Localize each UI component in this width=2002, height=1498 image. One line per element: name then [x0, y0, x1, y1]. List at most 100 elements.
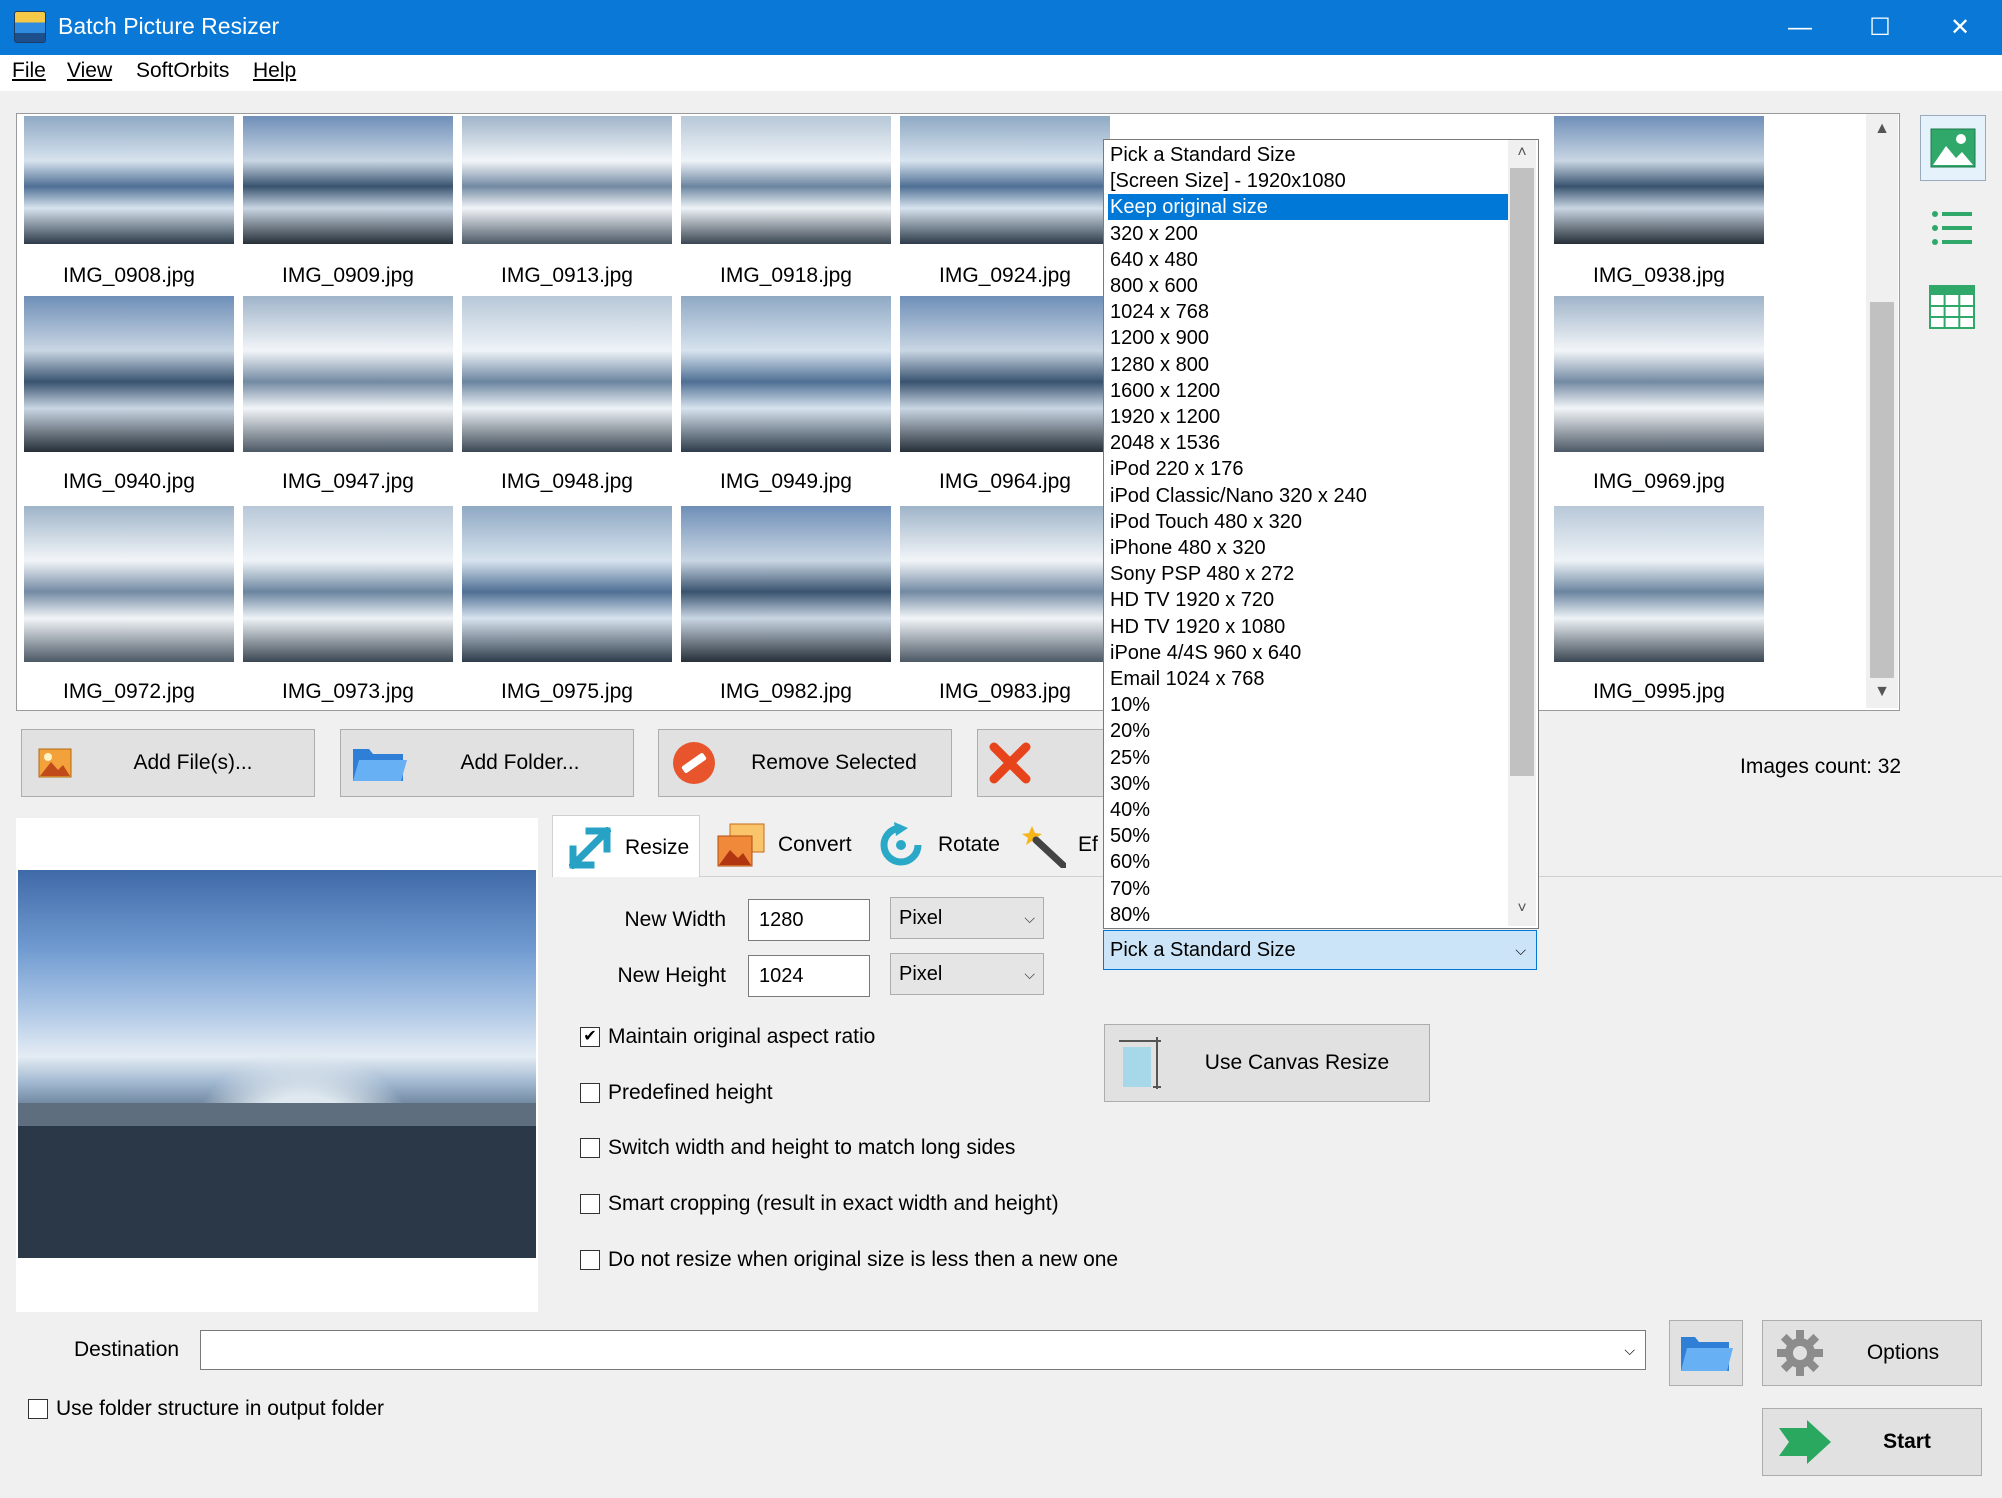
thumbnail-item[interactable]: IMG_0913.jpg	[462, 116, 672, 287]
standard-size-option[interactable]: Email 1024 x 768	[1108, 666, 1508, 692]
standard-size-option[interactable]: 60%	[1108, 849, 1508, 875]
resize-option-checkbox[interactable]: ✔	[580, 1027, 600, 1047]
standard-size-option[interactable]: 25%	[1108, 745, 1508, 771]
destination-input[interactable]: ⌵	[200, 1330, 1646, 1370]
new-width-input[interactable]: 1280	[748, 899, 870, 941]
resize-option[interactable]: Do not resize when original size is less…	[580, 1248, 1118, 1272]
standard-size-option[interactable]: 1920 x 1200	[1108, 404, 1508, 430]
standard-size-option[interactable]: iPod Touch 480 x 320	[1108, 509, 1508, 535]
resize-option-checkbox[interactable]	[580, 1250, 600, 1270]
options-button[interactable]: Options	[1762, 1320, 1982, 1386]
standard-size-option[interactable]: 70%	[1108, 876, 1508, 902]
canvas-resize-button[interactable]: Use Canvas Resize	[1104, 1024, 1430, 1102]
width-unit-select[interactable]: Pixel ⌵	[890, 897, 1044, 939]
list-view-button[interactable]	[1920, 196, 1984, 260]
new-height-input[interactable]: 1024	[748, 955, 870, 997]
remove-selected-button[interactable]: Remove Selected	[658, 729, 952, 797]
standard-size-option[interactable]: HD TV 1920 x 720	[1108, 587, 1508, 613]
resize-option-checkbox[interactable]	[580, 1138, 600, 1158]
standard-size-dropdown-list[interactable]: Pick a Standard Size [Screen Size] - 1920…	[1103, 139, 1539, 929]
thumbnail-item[interactable]: IMG_0995.jpg	[1554, 506, 1764, 703]
thumbnail-item[interactable]: IMG_0973.jpg	[243, 506, 453, 703]
thumbnail-item[interactable]: IMG_0938.jpg	[1554, 116, 1764, 287]
thumbnail-item[interactable]: IMG_0908.jpg	[24, 116, 234, 287]
standard-size-option[interactable]: 50%	[1108, 823, 1508, 849]
thumbnail-scrollbar-thumb[interactable]	[1870, 302, 1894, 678]
menu-file[interactable]: File	[12, 59, 46, 83]
thumbnail-grid[interactable]: IMG_0908.jpg IMG_0909.jpg IMG_0913.jpg IMG_…	[16, 113, 1900, 711]
standard-size-option[interactable]: Sony PSP 480 x 272	[1108, 561, 1508, 587]
scroll-up-arrow-icon[interactable]: ▲	[1866, 120, 1898, 138]
dropdown-scrollbar-thumb[interactable]	[1510, 168, 1534, 776]
resize-option[interactable]: Switch width and height to match long si…	[580, 1136, 1015, 1160]
thumbnail-item[interactable]: IMG_0983.jpg	[900, 506, 1110, 703]
resize-option[interactable]: Smart cropping (result in exact width an…	[580, 1192, 1059, 1216]
add-files-button[interactable]: Add File(s)...	[21, 729, 315, 797]
standard-size-option[interactable]: 1280 x 800	[1108, 352, 1508, 378]
menu-help[interactable]: Help	[253, 59, 296, 83]
thumbnail-item[interactable]: IMG_0947.jpg	[243, 296, 453, 493]
tab-rotate[interactable]: Rotate	[874, 815, 1014, 875]
thumbnail-view-button[interactable]	[1920, 115, 1986, 181]
standard-size-option[interactable]: 1200 x 900	[1108, 325, 1508, 351]
resize-option-checkbox[interactable]	[580, 1083, 600, 1103]
minimize-button[interactable]: —	[1760, 0, 1840, 55]
standard-size-option[interactable]: 640 x 480	[1108, 247, 1508, 273]
browse-folder-button[interactable]	[1669, 1320, 1743, 1386]
use-folder-structure-checkbox[interactable]	[28, 1399, 48, 1419]
standard-size-option[interactable]: 1024 x 768	[1108, 299, 1508, 325]
tab-resize[interactable]: Resize	[552, 815, 700, 879]
resize-option[interactable]: Predefined height	[580, 1081, 773, 1105]
standard-size-option[interactable]: 80%	[1108, 902, 1508, 928]
images-count: Images count: 32	[1740, 755, 1902, 778]
add-folder-button[interactable]: Add Folder...	[340, 729, 634, 797]
menu-view[interactable]: View	[67, 59, 112, 83]
menu-softorbits[interactable]: SoftOrbits	[136, 59, 229, 83]
thumbnail-item[interactable]: IMG_0909.jpg	[243, 116, 453, 287]
dropdown-scroll-up-icon[interactable]: ˄	[1508, 144, 1536, 162]
standard-size-option[interactable]: 800 x 600	[1108, 273, 1508, 299]
start-button[interactable]: Start	[1762, 1408, 1982, 1476]
standard-size-option[interactable]: 2048 x 1536	[1108, 430, 1508, 456]
close-button[interactable]: ✕	[1920, 0, 2000, 55]
use-folder-structure-option[interactable]: Use folder structure in output folder	[28, 1397, 384, 1421]
resize-option-checkbox[interactable]	[580, 1194, 600, 1214]
resize-option[interactable]: ✔ Maintain original aspect ratio	[580, 1025, 875, 1049]
standard-size-option[interactable]: 1600 x 1200	[1108, 378, 1508, 404]
standard-size-option[interactable]: iPone 4/4S 960 x 640	[1108, 640, 1508, 666]
thumbnail-item[interactable]: IMG_0982.jpg	[681, 506, 891, 703]
standard-size-option[interactable]: iPhone 480 x 320	[1108, 535, 1508, 561]
standard-size-option[interactable]: Keep original size	[1108, 194, 1508, 221]
thumbnail-item[interactable]: IMG_0940.jpg	[24, 296, 234, 493]
standard-size-option[interactable]: 10%	[1108, 692, 1508, 718]
thumbnail-item[interactable]: IMG_0948.jpg	[462, 296, 672, 493]
thumbnail-item[interactable]: IMG_0969.jpg	[1554, 296, 1764, 493]
dropdown-scroll-down-icon[interactable]: ˅	[1508, 900, 1536, 918]
thumbnail-item[interactable]: IMG_0972.jpg	[24, 506, 234, 703]
thumbnail-item[interactable]: IMG_0924.jpg	[900, 116, 1110, 287]
standard-size-option[interactable]: HD TV 1920 x 1080	[1108, 614, 1508, 640]
height-unit-select[interactable]: Pixel ⌵	[890, 953, 1044, 995]
table-view-button[interactable]	[1920, 275, 1984, 339]
standard-size-select[interactable]: Pick a Standard Size ⌵	[1103, 930, 1537, 970]
standard-size-option[interactable]: [Screen Size] - 1920x1080	[1108, 168, 1508, 194]
maximize-button[interactable]: ☐	[1840, 0, 1920, 55]
standard-size-option[interactable]: 20%	[1108, 718, 1508, 744]
tab-convert[interactable]: Convert	[710, 815, 862, 875]
thumbnail-item[interactable]: IMG_0964.jpg	[900, 296, 1110, 493]
standard-size-option[interactable]: 40%	[1108, 797, 1508, 823]
scroll-down-arrow-icon[interactable]: ▼	[1866, 683, 1898, 701]
standard-size-option[interactable]: Pick a Standard Size	[1108, 142, 1508, 168]
thumbnail-item[interactable]: IMG_0918.jpg	[681, 116, 891, 287]
standard-size-option[interactable]: 320 x 200	[1108, 221, 1508, 247]
thumbnail-item[interactable]: IMG_0975.jpg	[462, 506, 672, 703]
thumbnail-image	[243, 296, 453, 452]
standard-size-option[interactable]: iPod 220 x 176	[1108, 456, 1508, 482]
tab-effects[interactable]: Ef	[1020, 815, 1110, 875]
tab-rotate-label: Rotate	[938, 833, 1000, 856]
standard-size-option[interactable]: 30%	[1108, 771, 1508, 797]
thumbnail-image	[243, 506, 453, 662]
thumbnail-item[interactable]: IMG_0949.jpg	[681, 296, 891, 493]
clear-list-button[interactable]	[977, 729, 1107, 797]
standard-size-option[interactable]: iPod Classic/Nano 320 x 240	[1108, 483, 1508, 509]
